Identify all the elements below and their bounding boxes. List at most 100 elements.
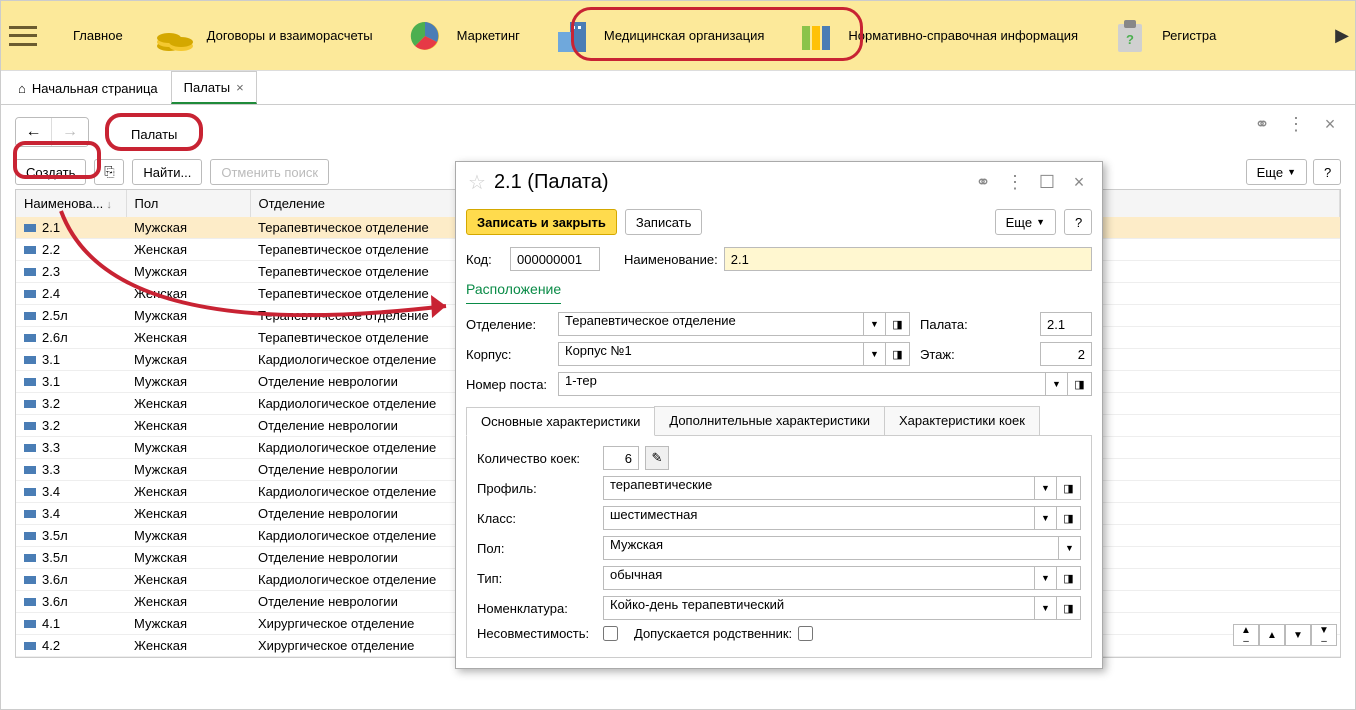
help-button[interactable]: ? <box>1313 159 1341 185</box>
row-icon <box>24 554 36 562</box>
scroll-top-icon[interactable]: ▲– <box>1233 624 1259 646</box>
dropdown-icon[interactable]: ▼ <box>1035 596 1057 620</box>
post-select[interactable]: 1-тер <box>558 372 1046 396</box>
tab-main-chars[interactable]: Основные характеристики <box>466 407 655 436</box>
nomen-select[interactable]: Койко-день терапевтический <box>603 596 1035 620</box>
save-button[interactable]: Записать <box>625 209 703 235</box>
row-icon <box>24 246 36 254</box>
post-label: Номер поста: <box>466 377 558 392</box>
tab-extra-chars[interactable]: Дополнительные характеристики <box>654 406 885 435</box>
create-button[interactable]: Создать <box>15 159 86 185</box>
back-button[interactable]: ← <box>16 118 52 146</box>
class-label: Класс: <box>477 511 603 526</box>
dept-select[interactable]: Терапевтическое отделение <box>558 312 864 336</box>
row-icon <box>24 268 36 276</box>
nav-contracts[interactable]: Договоры и взаиморасчеты <box>139 6 389 66</box>
type-select[interactable]: обычная <box>603 566 1035 590</box>
sex-select[interactable]: Мужская <box>603 536 1059 560</box>
building-select[interactable]: Корпус №1 <box>558 342 864 366</box>
relative-checkbox[interactable] <box>798 626 813 641</box>
modal-more-button[interactable]: Еще ▼ <box>995 209 1056 235</box>
piechart-icon <box>405 16 445 56</box>
dropdown-icon[interactable]: ▼ <box>1035 506 1057 530</box>
kebab-icon[interactable]: ⋮ <box>1285 113 1307 135</box>
nav-medorg[interactable]: Медицинская организация <box>536 6 781 66</box>
chevron-down-icon: ▼ <box>1287 167 1296 177</box>
tab-home[interactable]: ⌂ Начальная страница <box>5 71 171 104</box>
row-icon <box>24 224 36 232</box>
dropdown-icon[interactable]: ▼ <box>1059 536 1081 560</box>
coins-icon <box>155 16 195 56</box>
ward-label: Палата: <box>920 317 1032 332</box>
dropdown-icon[interactable]: ▼ <box>1035 566 1057 590</box>
find-button[interactable]: Найти... <box>132 159 202 185</box>
dropdown-icon[interactable]: ▼ <box>864 312 886 336</box>
cancel-search-button[interactable]: Отменить поиск <box>210 159 329 185</box>
scroll-up-icon[interactable]: ▲ <box>1259 624 1285 646</box>
save-close-button[interactable]: Записать и закрыть <box>466 209 617 235</box>
col-sex[interactable]: Пол <box>126 190 250 217</box>
nomen-label: Номенклатура: <box>477 601 603 616</box>
close-icon[interactable]: × <box>236 80 244 95</box>
row-icon <box>24 510 36 518</box>
profile-label: Профиль: <box>477 481 603 496</box>
nav-arrows: ← → <box>15 117 89 147</box>
ward-dialog: ☆ 2.1 (Палата) ⚭ ⋮ ☐ × Записать и закрыт… <box>455 161 1103 669</box>
profile-select[interactable]: терапевтические <box>603 476 1035 500</box>
class-select[interactable]: шестиместная <box>603 506 1035 530</box>
open-icon[interactable]: ◨ <box>886 312 910 336</box>
close-icon[interactable]: × <box>1068 172 1090 194</box>
more-button[interactable]: Еще ▼ <box>1246 159 1307 185</box>
maximize-icon[interactable]: ☐ <box>1036 172 1058 194</box>
tab-bed-chars[interactable]: Характеристики коек <box>884 406 1040 435</box>
star-icon[interactable]: ☆ <box>468 170 486 195</box>
nav-reference[interactable]: Нормативно-справочная информация <box>780 6 1094 66</box>
link-icon[interactable]: ⚭ <box>1251 113 1273 135</box>
open-icon[interactable]: ◨ <box>886 342 910 366</box>
nav-registration[interactable]: ? Регистра <box>1094 6 1232 66</box>
ward-field[interactable] <box>1040 312 1092 336</box>
relative-label: Допускается родственник: <box>634 626 792 641</box>
top-nav: Главное Договоры и взаиморасчеты Маркети… <box>1 1 1355 71</box>
scroll-down-icon[interactable]: ▼ <box>1285 624 1311 646</box>
row-icon <box>24 532 36 540</box>
incompat-checkbox[interactable] <box>603 626 618 641</box>
menu-icon[interactable] <box>9 26 37 46</box>
row-icon <box>24 620 36 628</box>
name-field[interactable] <box>724 247 1092 271</box>
link-icon[interactable]: ⚭ <box>972 172 994 194</box>
open-icon[interactable]: ◨ <box>1068 372 1092 396</box>
dropdown-icon[interactable]: ▼ <box>1035 476 1057 500</box>
open-icon[interactable]: ◨ <box>1057 506 1081 530</box>
row-icon <box>24 356 36 364</box>
open-icon[interactable]: ◨ <box>1057 476 1081 500</box>
modal-help-button[interactable]: ? <box>1064 209 1092 235</box>
kebab-icon[interactable]: ⋮ <box>1004 172 1026 194</box>
edit-icon[interactable]: ✎ <box>645 446 669 470</box>
row-icon <box>24 334 36 342</box>
dropdown-icon[interactable]: ▼ <box>864 342 886 366</box>
create-copy-button[interactable]: ⎘ <box>94 159 124 185</box>
col-name[interactable]: Наименова... <box>16 190 126 217</box>
nav-marketing[interactable]: Маркетинг <box>389 6 536 66</box>
tab-bar: ⌂ Начальная страница Палаты × <box>1 71 1355 105</box>
scroll-bottom-icon[interactable]: ▼– <box>1311 624 1337 646</box>
code-field[interactable] <box>510 247 600 271</box>
books-icon <box>796 16 836 56</box>
forward-button[interactable]: → <box>52 118 88 146</box>
dropdown-icon[interactable]: ▼ <box>1046 372 1068 396</box>
row-icon <box>24 290 36 298</box>
open-icon[interactable]: ◨ <box>1057 596 1081 620</box>
building-icon <box>552 16 592 56</box>
building-label: Корпус: <box>466 347 558 362</box>
tab-wards[interactable]: Палаты × <box>171 71 257 104</box>
floor-field[interactable] <box>1040 342 1092 366</box>
open-icon[interactable]: ◨ <box>1057 566 1081 590</box>
sex-label: Пол: <box>477 541 603 556</box>
close-page-icon[interactable]: × <box>1319 113 1341 135</box>
beds-field[interactable] <box>603 446 639 470</box>
nav-main[interactable]: Главное <box>57 6 139 66</box>
row-icon <box>24 488 36 496</box>
code-label: Код: <box>466 252 510 267</box>
nav-scroll-right-icon[interactable]: ▶ <box>1335 25 1349 46</box>
